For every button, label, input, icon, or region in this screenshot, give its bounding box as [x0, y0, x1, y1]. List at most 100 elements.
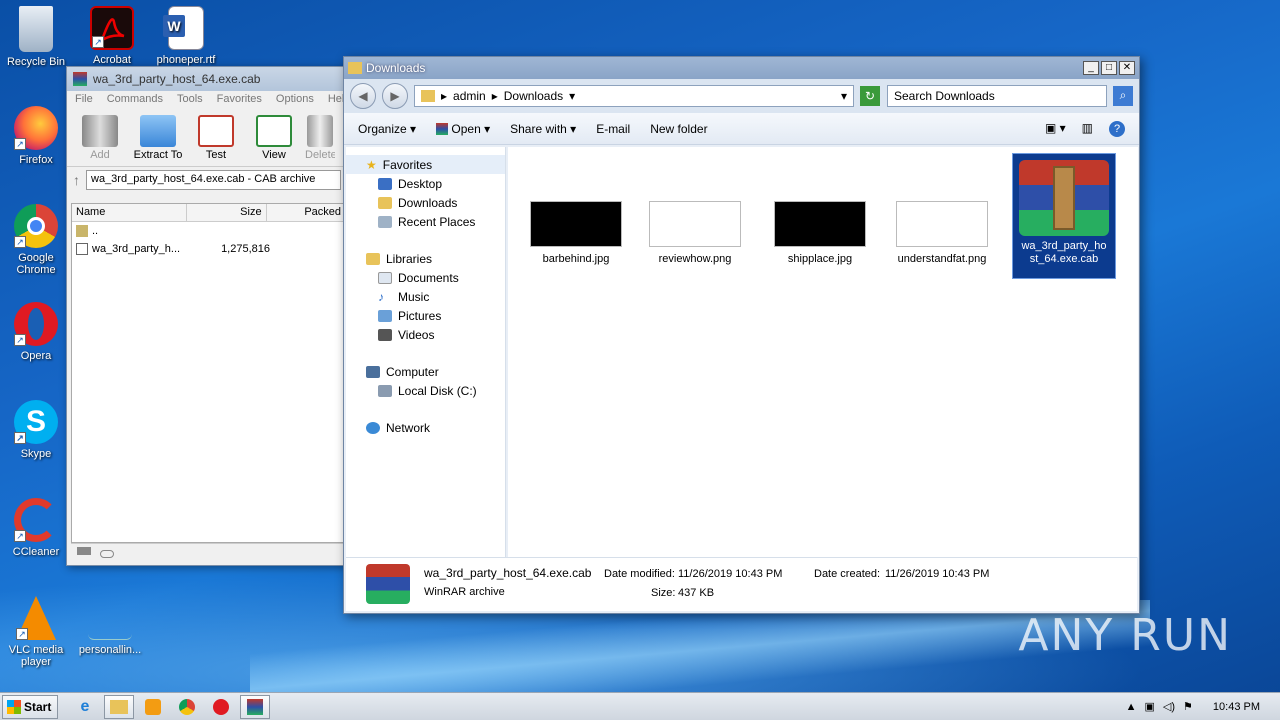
file-item[interactable]: barbehind.jpg [524, 201, 628, 265]
taskbar-media-player[interactable] [138, 695, 168, 719]
network-status-icon[interactable]: ▣ [1145, 700, 1155, 713]
address-dropdown-icon[interactable]: ▾ [841, 89, 847, 103]
taskbar-winrar[interactable] [240, 694, 270, 719]
nav-downloads[interactable]: Downloads [346, 193, 505, 212]
add-button[interactable]: Add [73, 115, 127, 162]
command-bar: Organize ▾ Open ▾ Share with ▾ E-mail Ne… [344, 113, 1139, 145]
share-with-button[interactable]: Share with ▾ [510, 122, 576, 136]
address-bar[interactable]: ▸ admin ▸ Downloads ▾ ▾ [414, 85, 854, 107]
details-type: WinRAR archive [424, 586, 505, 598]
nav-network[interactable]: Network [346, 418, 505, 437]
nav-music[interactable]: ♪ Music [346, 287, 505, 306]
nav-documents[interactable]: Documents [346, 268, 505, 287]
table-row[interactable]: wa_3rd_party_h... 1,275,816 [72, 240, 346, 258]
back-button[interactable]: ◀ [350, 83, 376, 109]
menu-tools[interactable]: Tools [177, 93, 203, 109]
delete-button[interactable]: Delete [305, 115, 335, 162]
change-view-icon[interactable]: ▣ ▾ [1045, 121, 1066, 137]
desktop-icon-ccleaner[interactable]: ↗ CCleaner [0, 498, 72, 558]
file-item[interactable]: understandfat.png [890, 201, 994, 265]
desktop-icon-recycle-bin[interactable]: Recycle Bin [0, 6, 72, 68]
navigation-pane[interactable]: ★ Favorites Desktop Downloads Recent Pla… [346, 147, 506, 557]
desktop-icon-personallin[interactable]: personallin... [74, 596, 146, 656]
anyrun-watermark: ANY RUN [1018, 610, 1232, 661]
desktop-icon-chrome[interactable]: ↗ Google Chrome [0, 204, 72, 276]
nav-desktop[interactable]: Desktop [346, 174, 505, 193]
nav-videos[interactable]: Videos [346, 325, 505, 344]
nav-local-disk[interactable]: Local Disk (C:) [346, 381, 505, 400]
taskbar-opera[interactable] [206, 695, 236, 719]
column-name[interactable]: Name [72, 204, 188, 221]
desktop-icon-vlc[interactable]: ↗ VLC media player [0, 596, 72, 668]
file-item[interactable]: shipplace.jpg [768, 201, 872, 265]
file-item-selected[interactable]: wa_3rd_party_host_64.exe.cab [1012, 153, 1116, 279]
desktop-icon-label: Firefox [19, 154, 53, 166]
refresh-icon[interactable]: ↻ [860, 86, 880, 106]
nav-favorites[interactable]: ★ Favorites [346, 155, 505, 174]
file-view[interactable]: barbehind.jpg reviewhow.png shipplace.jp… [508, 147, 1138, 557]
winrar-archive-icon [1019, 160, 1109, 236]
taskbar-explorer[interactable] [104, 694, 134, 719]
desktop-icon-skype[interactable]: S ↗ Skype [0, 400, 72, 460]
word-document-icon: W [163, 6, 204, 50]
up-arrow-icon[interactable]: ↑ [73, 172, 80, 188]
desktop-icon-firefox[interactable]: ↗ Firefox [0, 106, 72, 166]
winrar-statusbar [71, 543, 347, 561]
email-button[interactable]: E-mail [596, 122, 630, 136]
search-input[interactable]: Search Downloads [887, 85, 1107, 107]
archive-file-list[interactable]: Name Size Packed .. wa_3rd_party_h... 1,… [71, 203, 347, 543]
open-button[interactable]: Open ▾ [436, 122, 490, 136]
organize-button[interactable]: Organize ▾ [358, 122, 416, 136]
menu-favorites[interactable]: Favorites [217, 93, 262, 109]
nav-computer[interactable]: Computer [346, 362, 505, 381]
test-button[interactable]: Test [189, 115, 243, 162]
desktop-icon-label: Recycle Bin [6, 56, 66, 68]
menu-file[interactable]: File [75, 93, 93, 109]
view-button[interactable]: View [247, 115, 301, 162]
forward-button[interactable]: ▶ [382, 83, 408, 109]
help-icon[interactable]: ? [1109, 120, 1125, 137]
volume-icon[interactable]: ◁) [1163, 700, 1175, 713]
winrar-window[interactable]: wa_3rd_party_host_64.exe.cab File Comman… [66, 66, 350, 566]
menu-commands[interactable]: Commands [107, 93, 163, 109]
archive-path-field[interactable]: wa_3rd_party_host_64.exe.cab - CAB archi… [86, 170, 341, 190]
details-filename: wa_3rd_party_host_64.exe.cab [424, 566, 592, 580]
show-hidden-icons-icon[interactable]: ▲ [1126, 701, 1137, 713]
explorer-window[interactable]: Downloads _ □ ✕ ◀ ▶ ▸ admin ▸ Downloads … [343, 56, 1140, 614]
column-size[interactable]: Size [187, 204, 267, 221]
desktop-icon-phoneper[interactable]: W phoneper.rtf [150, 6, 222, 66]
taskbar-ie[interactable]: e [70, 695, 100, 719]
address-bar-row: ◀ ▶ ▸ admin ▸ Downloads ▾ ▾ ↻ Search Dow… [344, 79, 1139, 113]
new-folder-button[interactable]: New folder [650, 122, 707, 136]
recycle-bin-icon [19, 6, 53, 52]
desktop-icon-opera[interactable]: ↗ Opera [0, 302, 72, 362]
nav-recent-places[interactable]: Recent Places [346, 212, 505, 231]
menu-options[interactable]: Options [276, 93, 314, 109]
action-center-flag-icon[interactable]: ⚑ [1183, 700, 1193, 713]
opera-icon: ↗ [14, 302, 58, 346]
breadcrumb-downloads[interactable]: Downloads [504, 89, 563, 103]
taskbar-chrome[interactable] [172, 695, 202, 719]
breadcrumb-admin[interactable]: admin [453, 89, 486, 103]
search-icon[interactable]: ⌕ [1113, 86, 1133, 106]
minimize-button[interactable]: _ [1083, 61, 1099, 75]
maximize-button[interactable]: □ [1101, 61, 1117, 75]
file-name: shipplace.jpg [787, 253, 853, 265]
videos-icon [378, 328, 392, 341]
explorer-titlebar[interactable]: Downloads _ □ ✕ [344, 57, 1139, 79]
nav-libraries[interactable]: Libraries [346, 249, 505, 268]
close-button[interactable]: ✕ [1119, 61, 1135, 75]
downloads-icon [378, 196, 392, 209]
file-item[interactable]: reviewhow.png [643, 201, 747, 265]
winrar-titlebar[interactable]: wa_3rd_party_host_64.exe.cab [67, 67, 347, 91]
preview-pane-icon[interactable]: ▥ [1082, 121, 1093, 137]
start-button[interactable]: Start [2, 694, 58, 719]
winrar-menubar: File Commands Tools Favorites Options He… [67, 91, 350, 111]
desktop-icon-acrobat[interactable]: ↗ Acrobat [76, 6, 148, 66]
chevron-down-icon[interactable]: ▾ [569, 89, 575, 103]
column-packed[interactable]: Packed [267, 204, 347, 221]
table-row[interactable]: .. [72, 222, 346, 240]
extract-to-button[interactable]: Extract To [131, 115, 185, 162]
nav-pictures[interactable]: Pictures [346, 306, 505, 325]
clock[interactable]: 10:43 PM [1213, 701, 1260, 713]
